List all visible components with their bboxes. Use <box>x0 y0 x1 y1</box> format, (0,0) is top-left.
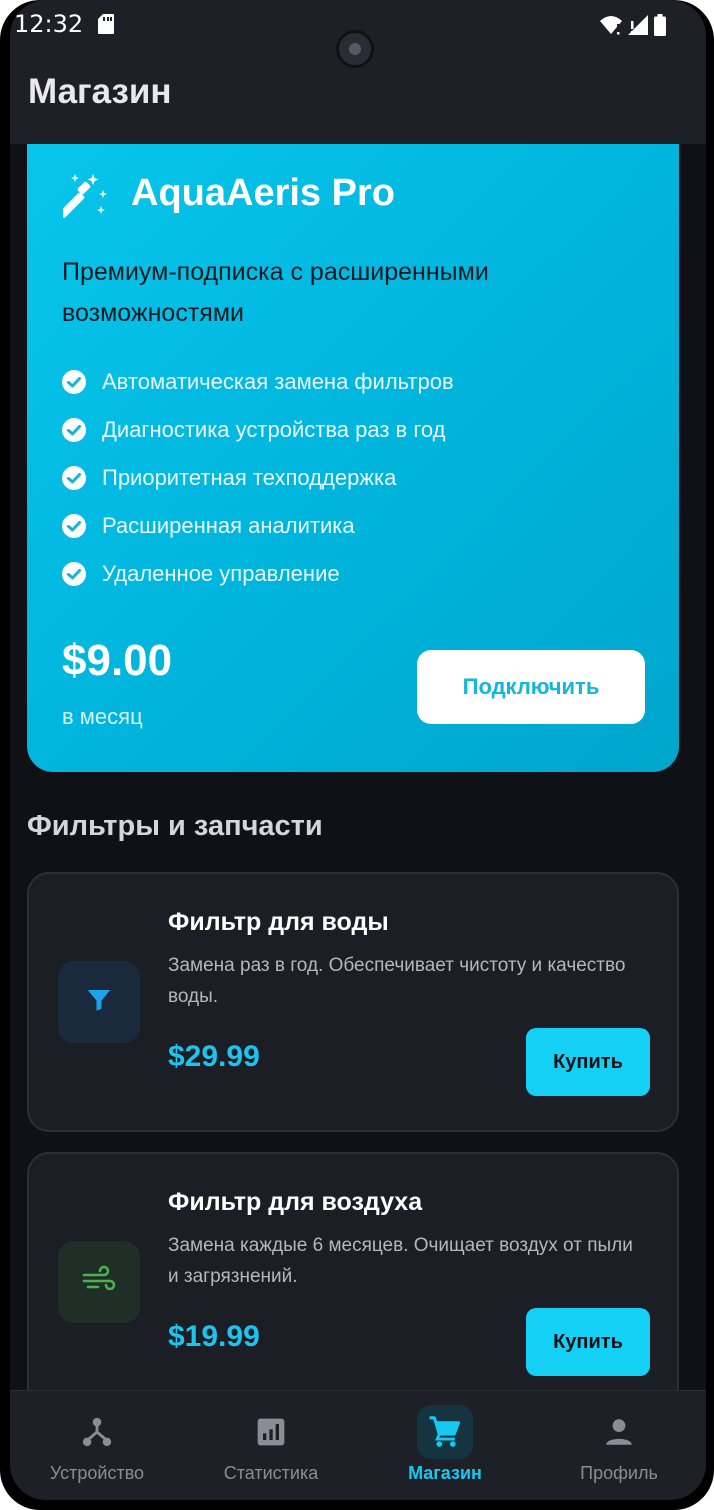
nav-label: Устройство <box>49 1463 145 1483</box>
status-time: 12:32 <box>14 10 84 38</box>
person-icon <box>591 1405 647 1459</box>
wind-icon <box>82 1265 116 1300</box>
subscribe-button[interactable]: Подключить <box>417 650 645 724</box>
cart-icon <box>417 1405 473 1459</box>
feature-item: Удаленное управление <box>62 550 454 598</box>
nav-label: Магазин <box>408 1463 482 1483</box>
status-icons <box>600 14 666 41</box>
feature-list: Автоматическая замена фильтров Диагности… <box>62 358 454 598</box>
nav-item-statistics[interactable]: Статистика <box>184 1391 358 1500</box>
check-circle-icon <box>62 370 86 394</box>
product-description: Замена раз в год. Обеспечивает чистоту и… <box>168 955 626 1007</box>
battery-icon <box>654 14 666 41</box>
pro-subtitle: Премиум-подписка с расширенными возможно… <box>62 258 489 327</box>
feature-label: Приоритетная техподдержка <box>102 465 397 490</box>
product-description: Замена каждые 6 месяцев. Очищает воздух … <box>168 1235 633 1287</box>
device-hub-icon <box>69 1405 125 1459</box>
product-icon-box <box>58 961 140 1043</box>
pro-title: AquaAeris Pro <box>131 172 395 214</box>
magic-wand-icon <box>57 172 109 223</box>
product-name: Фильтр для воздуха <box>168 1188 423 1216</box>
feature-item: Расширенная аналитика <box>62 502 454 550</box>
feature-label: Расширенная аналитика <box>102 513 355 538</box>
check-circle-icon <box>62 418 86 442</box>
pro-price: $9.00 <box>62 636 173 685</box>
feature-label: Автоматическая замена фильтров <box>102 369 454 394</box>
camera-cutout <box>336 30 374 68</box>
feature-label: Диагностика устройства раз в год <box>102 417 446 442</box>
nav-item-profile[interactable]: Профиль <box>532 1391 706 1500</box>
status-bar: 12:32 <box>10 0 706 68</box>
pro-price-period: в месяц <box>62 704 143 729</box>
check-circle-icon <box>62 562 86 586</box>
check-circle-icon <box>62 466 86 490</box>
feature-item: Автоматическая замена фильтров <box>62 358 454 406</box>
stats-icon <box>243 1405 299 1459</box>
screen: AquaAeris Pro Премиум-подписка с расшире… <box>10 0 706 1500</box>
bottom-navigation: Устройство Статистика Магазин Профиль <box>10 1390 706 1500</box>
funnel-icon <box>84 985 114 1020</box>
nav-item-device[interactable]: Устройство <box>10 1391 184 1500</box>
nav-label: Статистика <box>223 1463 319 1483</box>
page-title: Магазин <box>28 72 172 111</box>
feature-item: Диагностика устройства раз в год <box>62 406 454 454</box>
buy-button[interactable]: Купить <box>526 1308 650 1376</box>
signal-icon <box>628 15 648 40</box>
product-card-water-filter: Фильтр для воды Замена раз в год. Обеспе… <box>27 872 679 1132</box>
pro-subscription-card: AquaAeris Pro Премиум-подписка с расшире… <box>27 120 679 772</box>
product-name: Фильтр для воды <box>168 908 389 936</box>
product-price: $29.99 <box>168 1040 260 1073</box>
check-circle-icon <box>62 514 86 538</box>
product-icon-box <box>58 1241 140 1323</box>
sd-card-icon <box>98 14 114 39</box>
product-card-air-filter: Фильтр для воздуха Замена каждые 6 месяц… <box>27 1152 679 1412</box>
nav-label: Профиль <box>580 1463 658 1483</box>
section-title: Фильтры и запчасти <box>27 810 323 842</box>
feature-item: Приоритетная техподдержка <box>62 454 454 502</box>
nav-item-shop[interactable]: Магазин <box>358 1391 532 1500</box>
phone-frame: AquaAeris Pro Премиум-подписка с расшире… <box>0 0 714 1510</box>
product-price: $19.99 <box>168 1320 260 1353</box>
wifi-icon <box>600 15 622 40</box>
buy-button[interactable]: Купить <box>526 1028 650 1096</box>
feature-label: Удаленное управление <box>102 561 340 586</box>
